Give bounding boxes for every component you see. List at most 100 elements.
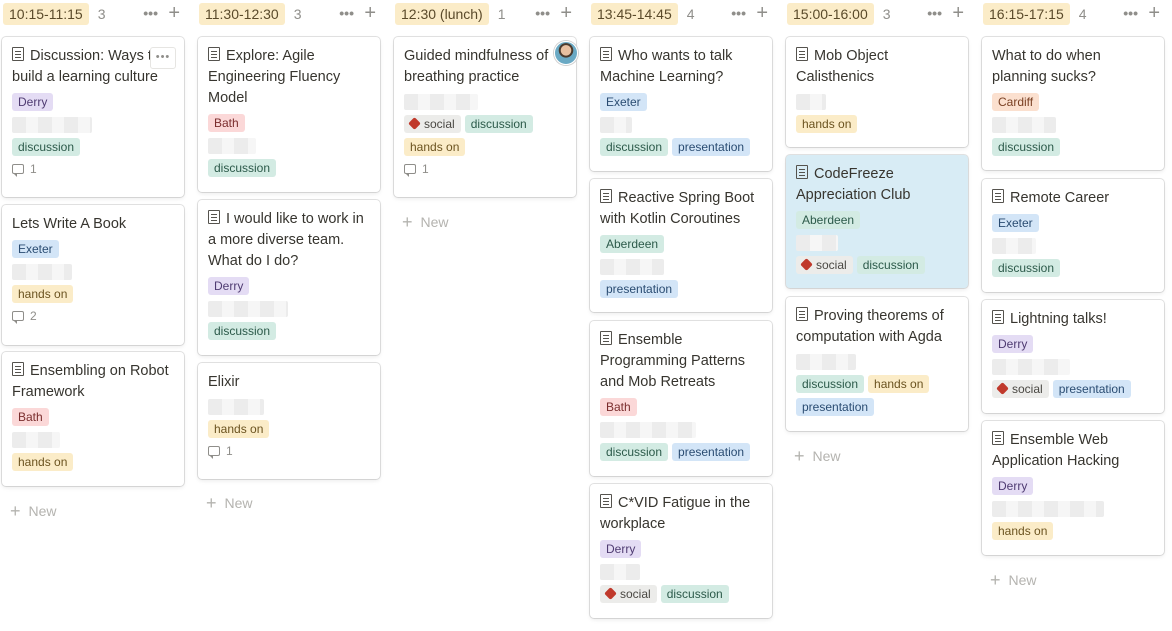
redacted-field xyxy=(992,117,1056,133)
card-title: What to do when planning sucks? xyxy=(992,46,1154,88)
column-title[interactable]: 11:30-12:30 xyxy=(199,3,285,25)
redacted-field xyxy=(992,359,1070,375)
tag-label: discussion xyxy=(606,140,663,154)
new-label: New xyxy=(420,214,449,230)
card[interactable]: I would like to work in a more diverse t… xyxy=(198,200,380,355)
tag-discussion: discussion xyxy=(600,443,669,461)
more-icon[interactable]: ••• xyxy=(535,5,550,21)
card[interactable]: Mob Object Calisthenics hands on xyxy=(786,37,968,147)
card[interactable]: Lightning talks! Derry social presentation xyxy=(982,300,1164,413)
card-title: Guided mindfulness of breathing practice xyxy=(404,46,566,88)
social-die-icon xyxy=(800,258,813,271)
tag-hands-on: hands on xyxy=(868,375,930,393)
column-title[interactable]: 10:15-11:15 xyxy=(3,3,89,25)
column-title[interactable]: 16:15-17:15 xyxy=(983,3,1070,25)
new-card-button[interactable]: + New xyxy=(794,447,841,465)
more-icon[interactable]: ••• xyxy=(927,5,942,21)
tag-label: discussion xyxy=(666,587,723,601)
more-icon[interactable]: ••• xyxy=(1123,5,1138,21)
column-title[interactable]: 13:45-14:45 xyxy=(591,3,678,25)
comment-count[interactable]: 1 xyxy=(12,162,174,177)
plus-icon[interactable]: + xyxy=(560,1,572,25)
card[interactable]: Ensemble Programming Patterns and Mob Re… xyxy=(590,321,772,476)
card-more-icon[interactable]: ••• xyxy=(150,47,176,69)
tag-label: hands on xyxy=(410,140,460,154)
new-card-button[interactable]: + New xyxy=(402,212,449,232)
comment-count-value: 2 xyxy=(30,309,37,323)
card[interactable]: Remote Career Exeter discussion xyxy=(982,179,1164,292)
card[interactable]: Proving theorems of computation with Agd… xyxy=(786,297,968,431)
tag-label: social xyxy=(424,117,455,131)
plus-icon[interactable]: + xyxy=(952,1,964,25)
tag-label: presentation xyxy=(1058,382,1125,396)
card-title-text: Remote Career xyxy=(1010,190,1110,206)
card-title: Elixir xyxy=(208,372,370,393)
card-title-text: Who wants to talk Machine Learning? xyxy=(600,48,733,85)
comment-count[interactable]: 2 xyxy=(12,309,174,324)
tag-label: Derry xyxy=(998,337,1028,351)
new-card-button[interactable]: + New xyxy=(990,570,1037,590)
card[interactable]: Explore: Agile Engineering Fluency Model… xyxy=(198,37,380,192)
card[interactable]: Ensemble Web Application Hacking Derry han… xyxy=(982,421,1164,555)
tag-social: social xyxy=(600,585,657,603)
tag-row: Derry xyxy=(992,477,1154,495)
redacted-field xyxy=(796,354,856,370)
more-icon[interactable]: ••• xyxy=(143,5,158,21)
card[interactable]: Discussion: Ways to build a learning cul… xyxy=(2,37,184,197)
page-icon xyxy=(600,331,612,345)
card[interactable]: Elixir hands on 1 xyxy=(198,363,380,479)
card-title-text: Explore: Agile Engineering Fluency Model xyxy=(208,48,341,106)
card[interactable]: Ensembling on Robot Framework Bath hands o… xyxy=(2,352,184,486)
card-title-text: Guided mindfulness of breathing practice xyxy=(404,48,549,85)
plus-icon[interactable]: + xyxy=(168,1,180,25)
redacted-field xyxy=(208,138,256,154)
column-1: 10:15-11:15 3 ••• + Discussion: Ways to buil… xyxy=(2,0,184,520)
new-label: New xyxy=(28,503,57,519)
tag-label: discussion xyxy=(802,377,859,391)
comment-icon xyxy=(12,311,24,324)
tag-row: hands on xyxy=(404,138,566,156)
new-card-button[interactable]: + New xyxy=(206,493,253,513)
column-2: 11:30-12:30 3 ••• + Explore: Agile Engineeri… xyxy=(198,0,380,512)
plus-icon[interactable]: + xyxy=(1148,1,1160,25)
new-label: New xyxy=(224,495,253,511)
card[interactable]: Guided mindfulness of breathing practice… xyxy=(394,37,578,197)
card[interactable]: Who wants to talk Machine Learning? Exete… xyxy=(590,37,772,171)
more-icon[interactable]: ••• xyxy=(339,5,354,21)
plus-icon: + xyxy=(990,570,1001,590)
card[interactable]: CodeFreeze Appreciation Club Aberdeen soci… xyxy=(786,155,968,288)
tag-hands-on: hands on xyxy=(796,115,858,133)
card[interactable]: Reactive Spring Boot with Kotlin Corouti… xyxy=(590,179,772,312)
card-title: I would like to work in a more diverse t… xyxy=(208,209,370,272)
tag-row: presentation xyxy=(796,398,958,416)
new-label: New xyxy=(1008,572,1037,588)
column-5: 15:00-16:00 3 ••• + Mob Object Calisthenics h… xyxy=(786,0,968,465)
column-title[interactable]: 12:30 (lunch) xyxy=(395,3,489,25)
page-icon xyxy=(600,494,612,508)
tag-row: Exeter xyxy=(12,240,174,258)
plus-icon[interactable]: + xyxy=(756,1,768,25)
redacted-field xyxy=(404,94,478,110)
card-title-text: Proving theorems of computation with Agd… xyxy=(796,308,944,345)
card[interactable]: C*VID Fatigue in the workplace Derry socia… xyxy=(590,484,772,618)
card-title: Ensemble Programming Patterns and Mob Re… xyxy=(600,330,762,393)
card-title-text: What to do when planning sucks? xyxy=(992,48,1101,85)
more-icon[interactable]: ••• xyxy=(731,5,746,21)
card-title-text: Ensemble Programming Patterns and Mob Re… xyxy=(600,332,746,390)
comment-count[interactable]: 1 xyxy=(404,162,566,177)
card[interactable]: Lets Write A Book Exeter hands on 2 xyxy=(2,205,184,345)
plus-icon: + xyxy=(206,493,217,513)
tag-label: Exeter xyxy=(998,216,1033,230)
comment-count[interactable]: 1 xyxy=(208,444,370,459)
redacted-field xyxy=(208,301,288,317)
tag-row: hands on xyxy=(992,522,1154,540)
tag-row: discussion presentation xyxy=(600,138,762,156)
new-card-button[interactable]: + New xyxy=(10,502,57,520)
card[interactable]: What to do when planning sucks? Cardiff di… xyxy=(982,37,1164,170)
plus-icon[interactable]: + xyxy=(364,1,376,25)
tag-row: Aberdeen xyxy=(796,211,958,229)
plus-icon: + xyxy=(402,212,413,232)
tag-label: presentation xyxy=(678,140,745,154)
redacted-field xyxy=(796,235,838,251)
column-title[interactable]: 15:00-16:00 xyxy=(787,3,874,25)
